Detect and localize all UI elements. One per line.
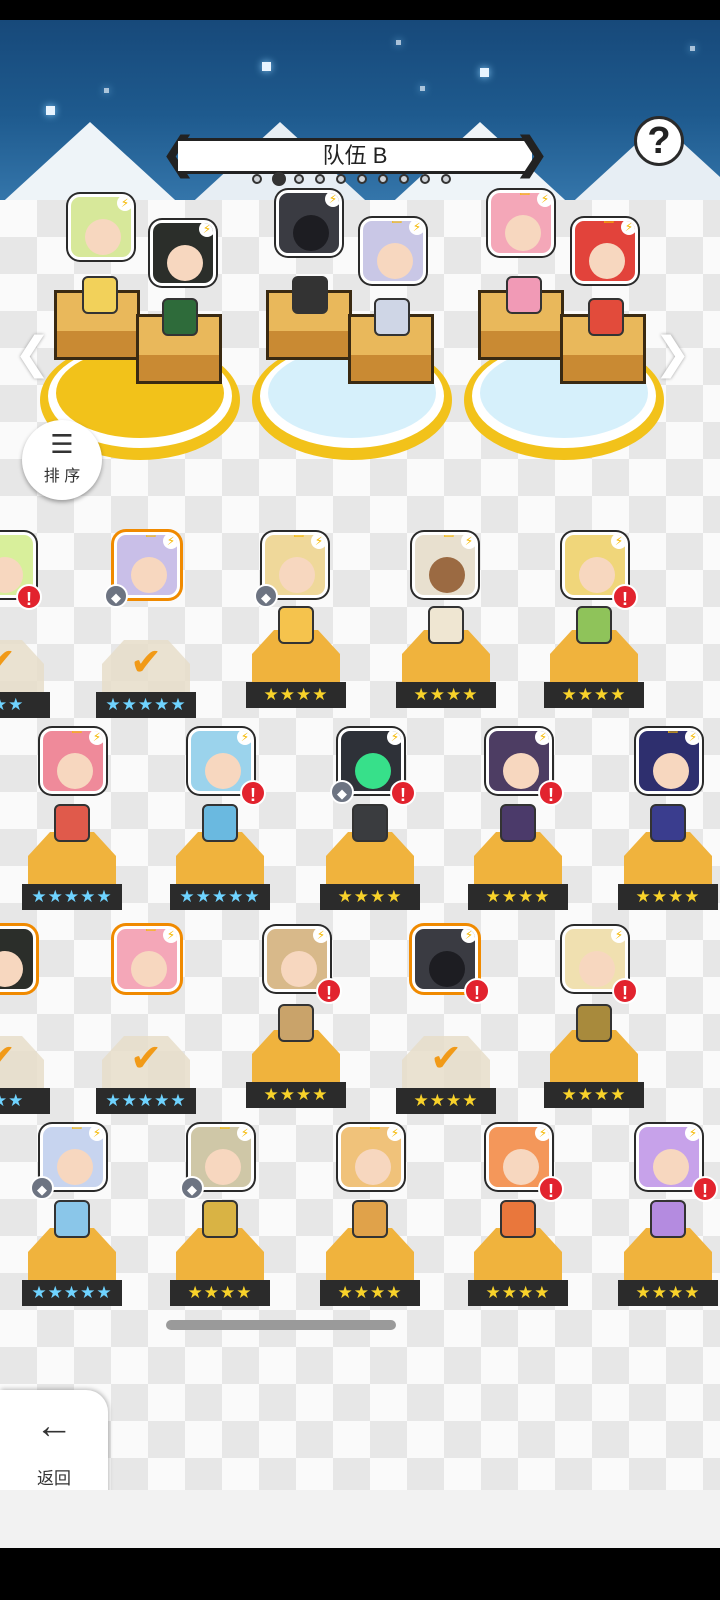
status-bar	[0, 0, 720, 20]
team-page-indicator	[252, 172, 462, 188]
formation-slot-3[interactable]: ♛⚡ ♛⚡	[464, 190, 664, 470]
check-icon: ✔	[130, 1038, 162, 1080]
alert-icon: !	[240, 780, 266, 806]
chevron-right-icon[interactable]: ❯	[513, 132, 550, 176]
character-portrait[interactable]: ♛⚡	[636, 728, 702, 794]
help-button[interactable]: ?	[634, 116, 684, 166]
character-portrait[interactable]: ♛⚡	[488, 190, 554, 256]
roster-pedestal[interactable]: ★★★★	[468, 804, 568, 912]
page-dot[interactable]	[441, 174, 451, 184]
formation-slot-2[interactable]: ⚡ ♛⚡	[252, 190, 452, 470]
roster-pedestal[interactable]: ★★★★	[396, 606, 496, 710]
back-button[interactable]: ← 返回	[0, 1390, 108, 1500]
sort-label: 排 序	[43, 468, 81, 485]
roster-pedestal[interactable]: ★★★★★	[170, 804, 270, 912]
alert-icon: !	[538, 1176, 564, 1202]
page-dot[interactable]	[378, 174, 388, 184]
page-dot[interactable]	[336, 174, 346, 184]
roster-pedestal[interactable]: ✔★★★	[0, 640, 50, 720]
character-portrait[interactable]: ♛⚡	[412, 532, 478, 598]
roster-pedestal[interactable]: ✔ ★★★★★	[96, 640, 196, 720]
character-sprite	[506, 276, 542, 314]
roster-pedestal[interactable]: ★★★★	[246, 1004, 346, 1110]
page-dot[interactable]	[315, 174, 325, 184]
lightning-icon: ⚡	[325, 193, 339, 207]
page-dot[interactable]	[420, 174, 430, 184]
alert-icon: !	[316, 978, 342, 1004]
bottom-strip	[0, 1490, 720, 1548]
alert-icon: !	[538, 780, 564, 806]
roster-pedestal[interactable]: ★★★★	[320, 804, 420, 912]
character-portrait[interactable]: ⚡	[68, 194, 134, 260]
check-icon: ✔	[0, 1040, 20, 1078]
horizontal-scrollbar[interactable]	[166, 1320, 396, 1330]
gem-icon: ◆	[30, 1176, 54, 1200]
roster-pedestal[interactable]: ✔ ★★★★	[396, 1036, 496, 1116]
page-dot[interactable]	[357, 174, 367, 184]
roster-pedestal[interactable]: ★★★★	[246, 606, 346, 710]
character-sprite	[162, 298, 198, 336]
alert-icon: !	[612, 978, 638, 1004]
page-dot-active[interactable]	[272, 172, 286, 186]
character-sprite	[374, 298, 410, 336]
character-sprite	[292, 276, 328, 314]
alert-icon: !	[612, 584, 638, 610]
alert-icon: !	[390, 780, 416, 806]
character-portrait[interactable]: ⚡	[276, 190, 342, 256]
lightning-icon: ⚡	[537, 193, 551, 207]
gem-icon: ◆	[180, 1176, 204, 1200]
lightning-icon: ⚡	[199, 223, 213, 237]
sort-icon: ☰	[50, 429, 74, 459]
team-banner: ❮ 队伍 B ❯	[160, 132, 550, 176]
character-portrait[interactable]	[0, 926, 36, 992]
check-icon: ✔	[430, 1038, 462, 1080]
lightning-icon: ⚡	[409, 221, 423, 235]
sort-button[interactable]: ☰ 排 序	[22, 420, 102, 500]
roster-pedestal[interactable]: ★★★★	[468, 1200, 568, 1308]
page-dot[interactable]	[399, 174, 409, 184]
roster-pedestal[interactable]: ★★★★	[618, 1200, 718, 1308]
question-icon: ?	[647, 120, 671, 162]
roster-pedestal[interactable]: ✔★★★	[0, 1036, 50, 1116]
team-title: 队伍 B	[178, 138, 532, 174]
lightning-icon: ⚡	[621, 221, 635, 235]
roster-pedestal[interactable]: ★★★★	[170, 1200, 270, 1308]
page-dot[interactable]	[294, 174, 304, 184]
alert-icon: !	[464, 978, 490, 1004]
character-portrait[interactable]: ♛⚡	[114, 926, 180, 992]
alert-icon: !	[16, 584, 42, 610]
character-portrait[interactable]: ♛⚡	[338, 1124, 404, 1190]
character-sprite	[588, 298, 624, 336]
character-portrait[interactable]: ⚡	[636, 1124, 702, 1190]
roster-pedestal[interactable]: ★★★★	[544, 606, 644, 710]
gem-icon: ◆	[330, 780, 354, 804]
alert-icon: !	[692, 1176, 718, 1202]
check-icon: ✔	[130, 642, 162, 684]
system-navigation-bar	[0, 1548, 720, 1600]
roster-pedestal[interactable]: ★★★★★	[22, 804, 122, 912]
roster-pedestal[interactable]: ✔ ★★★★★	[96, 1036, 196, 1116]
roster-pedestal[interactable]: ★★★★	[618, 804, 718, 912]
roster-pedestal[interactable]: ★★★★	[320, 1200, 420, 1308]
arrow-left-icon: ←	[35, 1405, 73, 1447]
check-icon: ✔	[0, 644, 20, 682]
lightning-icon: ⚡	[117, 197, 131, 211]
character-sprite	[82, 276, 118, 314]
gem-icon: ◆	[254, 584, 278, 608]
gem-icon: ◆	[104, 584, 128, 608]
character-portrait[interactable]: ♛⚡	[572, 218, 638, 284]
character-portrait[interactable]: ♛⚡	[360, 218, 426, 284]
roster-pedestal[interactable]: ★★★★★	[22, 1200, 122, 1308]
character-portrait[interactable]: ⚡	[150, 220, 216, 286]
roster-pedestal[interactable]: ★★★★	[544, 1004, 644, 1110]
character-portrait[interactable]: ♛⚡	[40, 728, 106, 794]
page-dot[interactable]	[252, 174, 262, 184]
back-label: 返回	[37, 1469, 71, 1488]
